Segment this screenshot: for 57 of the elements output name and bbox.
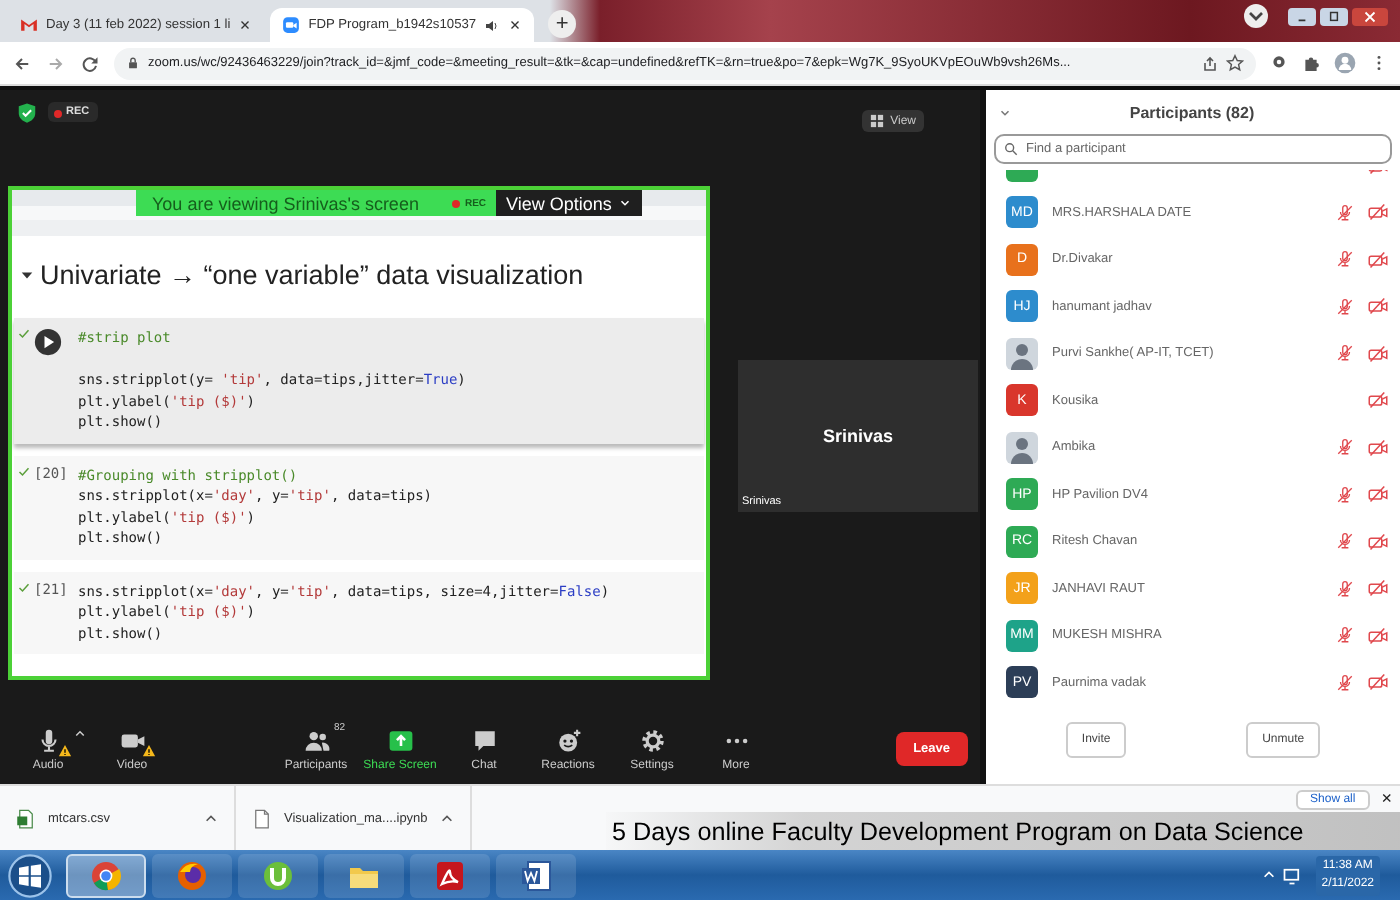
chevron-down-icon[interactable] [998, 105, 1012, 119]
taskbar-button[interactable] [410, 853, 490, 897]
puzzle-icon[interactable] [1302, 54, 1320, 72]
browser-icon [176, 859, 208, 891]
close-icon[interactable] [238, 18, 253, 32]
taskbar-button[interactable] [238, 853, 318, 897]
document-icon [520, 859, 552, 891]
avatar-icon [1006, 431, 1038, 464]
back-icon[interactable] [12, 53, 32, 73]
share-icon[interactable] [1202, 55, 1218, 71]
taskbar-button[interactable] [66, 853, 146, 897]
tab-search-icon[interactable] [1244, 4, 1268, 28]
collapse-icon[interactable] [20, 268, 34, 282]
caret-up-icon[interactable] [204, 811, 218, 825]
search-icon [1004, 142, 1018, 156]
chat-icon [471, 727, 497, 753]
notebook-heading: Univariate → “one variable” data visualization [40, 260, 584, 290]
lock-icon [126, 56, 140, 70]
start-button[interactable] [8, 853, 52, 897]
star-icon[interactable] [1226, 54, 1244, 72]
spreadsheet-icon [16, 807, 36, 829]
pdf-icon [434, 859, 466, 891]
camera-app-icon [282, 16, 301, 34]
file-icon [252, 807, 272, 829]
share-screen-icon [387, 727, 413, 753]
caret-icon[interactable] [73, 727, 85, 739]
taskbar-button[interactable] [496, 853, 576, 897]
browser-icon [90, 859, 122, 891]
close-icon[interactable] [508, 18, 523, 32]
caption-banner: 5 Days online Faculty Development Program on Data Science [606, 812, 1400, 850]
minimize-icon[interactable] [1288, 7, 1316, 25]
shield-icon [16, 102, 38, 124]
settings-icon [639, 727, 665, 753]
view-options-button[interactable]: View Options [496, 190, 642, 216]
microphone-icon [35, 727, 61, 753]
mail-icon [20, 16, 38, 34]
caret-up-icon[interactable] [440, 811, 454, 825]
panel-title: Participants (82) [1127, 103, 1257, 121]
app-icon [262, 859, 294, 891]
people-icon [303, 727, 329, 753]
taskbar-button[interactable] [152, 853, 232, 897]
smiley-icon [555, 727, 581, 753]
new-tab-button[interactable]: + [548, 10, 577, 38]
maximize-icon[interactable] [1320, 7, 1348, 25]
pin-icon[interactable] [1270, 54, 1288, 72]
chevron-down-icon [617, 196, 632, 210]
taskbar-button[interactable] [324, 853, 404, 897]
participant-name: Srinivas [822, 426, 894, 446]
avatar-icon [1006, 337, 1038, 370]
close-icon[interactable] [1352, 7, 1388, 25]
monitor-icon[interactable] [1281, 865, 1302, 885]
sharing-banner: You are viewing Srinivas's screen [136, 190, 447, 216]
tray-caret-icon[interactable] [1261, 868, 1276, 882]
close-button[interactable]: × [1381, 790, 1392, 808]
run-button[interactable] [34, 328, 62, 356]
reload-icon[interactable] [80, 53, 100, 73]
grid-icon [870, 114, 885, 128]
